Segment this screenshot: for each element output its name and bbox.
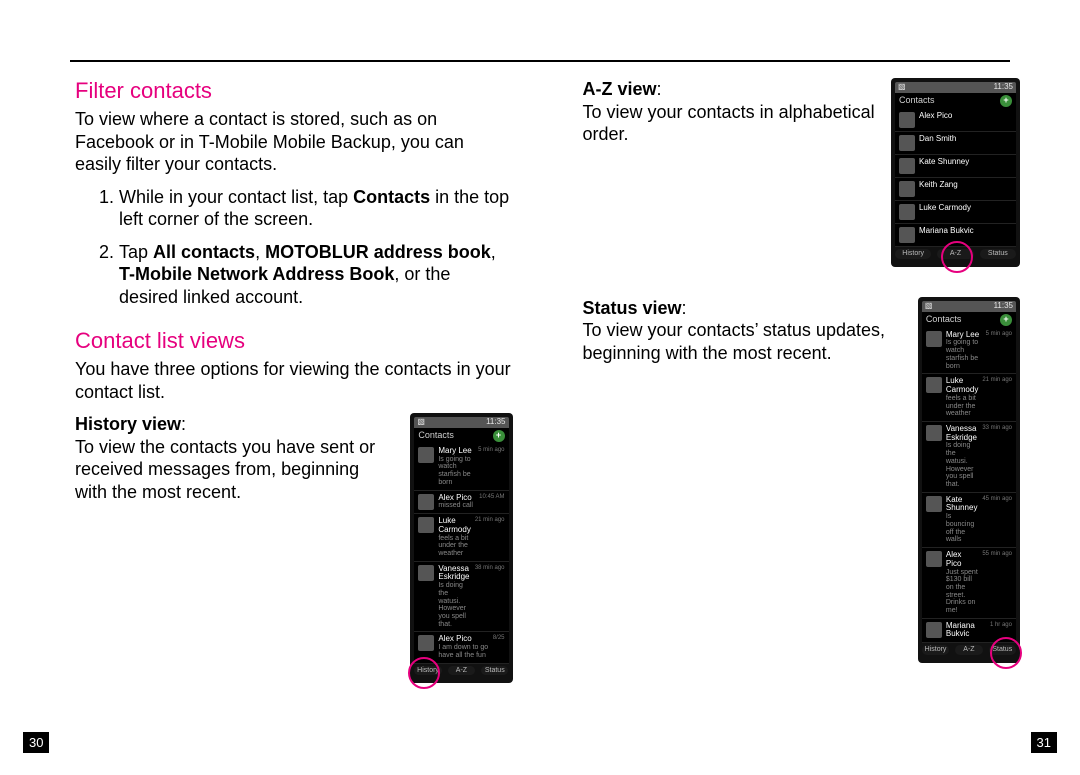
manual-page: Filter contacts To view where a contact … <box>0 0 1080 775</box>
signal-icon: ▧ <box>417 418 425 427</box>
filter-step-1: While in your contact list, tap Contacts… <box>119 186 513 231</box>
add-contact-icon[interactable]: + <box>1000 95 1012 107</box>
add-contact-icon[interactable]: + <box>1000 314 1012 326</box>
views-intro: You have three options for viewing the c… <box>75 358 513 403</box>
two-columns: Filter contacts To view where a contact … <box>75 78 1020 757</box>
az-view-block: A-Z view: To view your contacts in alpha… <box>583 78 1021 267</box>
statusbar: ▧ 11:35 <box>414 417 508 428</box>
page-number-left: 30 <box>23 732 49 753</box>
views-heading: Contact list views <box>75 328 513 354</box>
status-text: Status view: To view your contacts’ stat… <box>583 297 906 365</box>
page-number-right: 31 <box>1031 732 1057 753</box>
history-text: History view: To view the contacts you h… <box>75 413 398 503</box>
tab-az[interactable]: A-Z <box>448 666 475 676</box>
tab-history[interactable]: History <box>414 666 441 676</box>
status-view-block: Status view: To view your contacts’ stat… <box>583 297 1021 663</box>
history-view-block: History view: To view the contacts you h… <box>75 413 513 683</box>
phone-status: ▧11:35 Contacts+ Mary LeeIs going to wat… <box>918 297 1020 663</box>
status-time: 11:35 <box>486 418 505 427</box>
az-text: A-Z view: To view your contacts in alpha… <box>583 78 879 146</box>
left-column: Filter contacts To view where a contact … <box>75 78 513 757</box>
contacts-header: Contacts + <box>414 428 508 444</box>
filter-heading: Filter contacts <box>75 78 513 104</box>
history-list: Mary LeeIs going to watch starfish be bo… <box>414 444 508 664</box>
phone-az: ▧11:35 Contacts+ Alex Pico Dan Smith Kat… <box>891 78 1020 267</box>
phone-history: ▧ 11:35 Contacts + Mary LeeIs going to w… <box>410 413 512 683</box>
filter-step-2: Tap All contacts, MOTOBLUR address book,… <box>119 241 513 309</box>
filter-steps: While in your contact list, tap Contacts… <box>75 186 513 309</box>
filter-intro: To view where a contact is stored, such … <box>75 108 513 176</box>
right-column: A-Z view: To view your contacts in alpha… <box>583 78 1021 757</box>
add-contact-icon[interactable]: + <box>493 430 505 442</box>
top-rule <box>70 60 1010 62</box>
tab-status[interactable]: Status <box>481 666 508 676</box>
